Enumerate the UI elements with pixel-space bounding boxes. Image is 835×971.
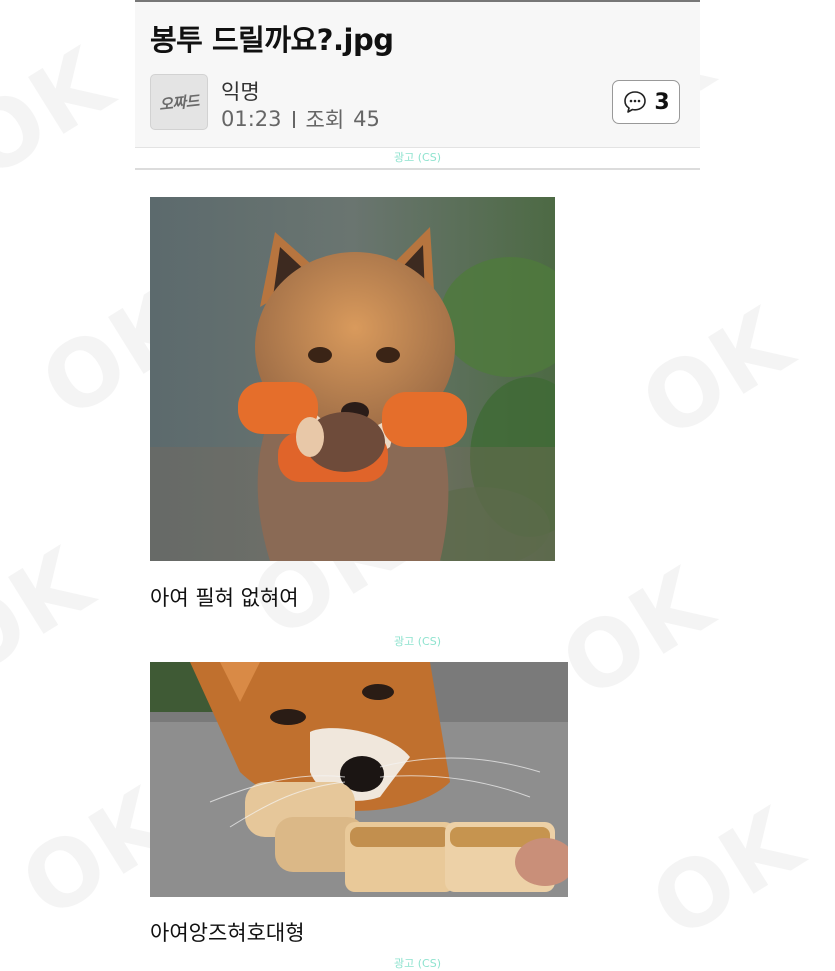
comment-icon: [622, 89, 648, 115]
post-title: 봉투 드릴까요?.jpg: [150, 23, 394, 57]
post-time: 01:23: [221, 107, 282, 131]
comment-count: 3: [654, 89, 670, 115]
fox-carrots-photo: [150, 197, 555, 561]
meta-separator: [292, 110, 295, 128]
header-divider: [135, 168, 700, 170]
ad-label-bottom[interactable]: 광고 (CS): [135, 955, 700, 971]
post-article: 봉투 드릴까요?.jpg 오짜드 익명 01:23 조회 45 3 광고 (CS…: [135, 0, 700, 970]
image-caption-1: 아여 필혀 없혀여: [150, 586, 299, 610]
post-header: 봉투 드릴까요?.jpg 오짜드 익명 01:23 조회 45 3: [135, 0, 700, 148]
image-caption-2: 아여앙즈혀호대형: [150, 921, 305, 945]
author-name: 익명: [221, 80, 260, 104]
post-meta: 01:23 조회 45: [221, 104, 380, 134]
author-avatar[interactable]: 오짜드: [150, 74, 208, 130]
ad-label-top[interactable]: 광고 (CS): [135, 149, 700, 165]
fox-bread-photo: [150, 662, 568, 897]
ad-label-mid[interactable]: 광고 (CS): [135, 633, 700, 649]
comment-button[interactable]: 3: [612, 80, 680, 124]
views-label: 조회: [305, 108, 345, 132]
views-count: 45: [353, 107, 380, 131]
site-logo-icon: 오짜드: [158, 91, 200, 114]
